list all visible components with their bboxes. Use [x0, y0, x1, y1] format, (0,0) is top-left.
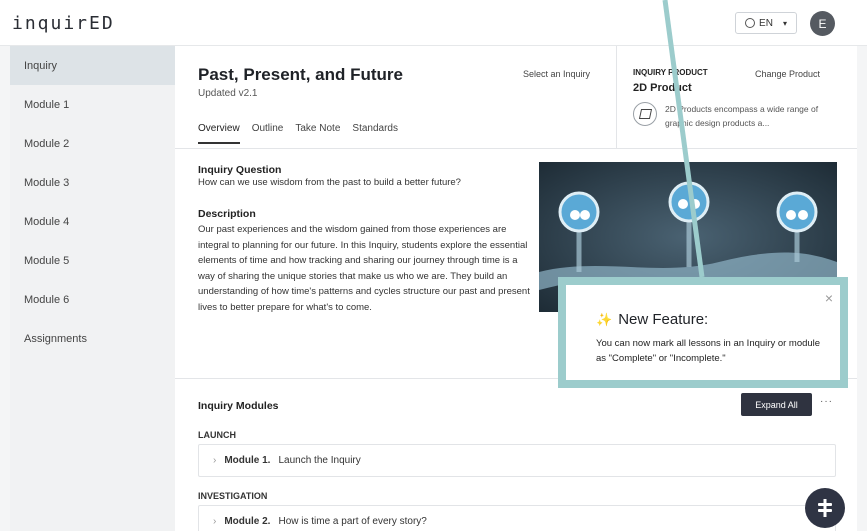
app-logo[interactable]: inquirED [12, 13, 115, 34]
language-label: EN [759, 17, 773, 29]
callout-message: You can now mark all lessons in an Inqui… [596, 338, 821, 364]
signpost-icon [818, 499, 832, 517]
chevron-right-icon: › [213, 455, 217, 466]
module-number: Module 2. [224, 516, 271, 527]
sidebar-item-inquiry[interactable]: Inquiry [10, 46, 175, 85]
help-button[interactable] [805, 488, 845, 528]
sparkle-icon: ✨ [596, 311, 613, 327]
inquiry-question-heading: Inquiry Question [198, 164, 282, 176]
product-description: 2D Products encompass a wide range of gr… [665, 104, 819, 128]
sidebar-item-module-4[interactable]: Module 4 [10, 202, 175, 241]
product-card-icon [633, 102, 657, 126]
description-heading: Description [198, 208, 256, 220]
tab-take-note[interactable]: Take Note [295, 123, 340, 144]
inquiry-question-text: How can we use wisdom from the past to b… [198, 177, 461, 188]
module-title: Launch the Inquiry [278, 455, 361, 466]
phase-label-launch: LAUNCH [198, 430, 236, 440]
top-bar: inquirED EN ▾ E [0, 0, 867, 46]
new-feature-callout: × ✨ New Feature: You can now mark all le… [558, 277, 848, 388]
description-text: Our past experiences and the wisdom gain… [198, 224, 530, 313]
callout-title: ✨ New Feature: [596, 311, 708, 328]
tab-bar: Overview Outline Take Note Standards [198, 123, 398, 144]
more-options-icon[interactable]: ··· [820, 396, 833, 407]
language-selector[interactable]: EN ▾ [735, 12, 797, 34]
change-product-link[interactable]: Change Product [755, 69, 820, 79]
app-window: inquirED EN ▾ E Inquiry Module 1 Module … [0, 0, 867, 531]
user-avatar[interactable]: E [810, 11, 835, 36]
globe-icon [745, 18, 756, 28]
sidebar-item-module-2[interactable]: Module 2 [10, 124, 175, 163]
select-inquiry-link[interactable]: Select an Inquiry [523, 69, 590, 79]
inquiry-product-panel: INQUIRY PRODUCT Change Product 2D Produc… [616, 46, 857, 149]
module-row-2[interactable]: › Module 2. How is time a part of every … [198, 505, 836, 531]
sidebar-item-assignments[interactable]: Assignments [10, 319, 175, 358]
version-label: Updated v2.1 [198, 88, 258, 99]
product-kicker: INQUIRY PRODUCT [633, 68, 708, 77]
page-title: Past, Present, and Future [198, 65, 403, 84]
sidebar-item-module-6[interactable]: Module 6 [10, 280, 175, 319]
callout-title-text: New Feature: [618, 311, 709, 328]
inquiry-modules-section: Inquiry Modules Expand All ··· LAUNCH › … [175, 378, 857, 531]
module-number: Module 1. [224, 455, 271, 466]
tab-overview[interactable]: Overview [198, 123, 240, 144]
sidebar-item-module-5[interactable]: Module 5 [10, 241, 175, 280]
inquiry-modules-heading: Inquiry Modules [198, 400, 279, 412]
module-row-1[interactable]: › Module 1. Launch the Inquiry [198, 444, 836, 477]
sidebar: Inquiry Module 1 Module 2 Module 3 Modul… [10, 46, 175, 531]
expand-all-button[interactable]: Expand All [741, 393, 812, 416]
caret-down-icon: ▾ [782, 18, 787, 28]
tab-standards[interactable]: Standards [352, 123, 398, 144]
tab-outline[interactable]: Outline [252, 123, 284, 144]
sidebar-item-module-1[interactable]: Module 1 [10, 85, 175, 124]
close-icon[interactable]: × [825, 290, 833, 306]
module-title: How is time a part of every story? [278, 516, 427, 527]
product-name: 2D Product [633, 82, 692, 94]
inquiry-header: Past, Present, and Future Updated v2.1 S… [175, 46, 857, 149]
chevron-right-icon: › [213, 516, 217, 527]
phase-label-investigation: INVESTIGATION [198, 491, 268, 501]
sidebar-item-module-3[interactable]: Module 3 [10, 163, 175, 202]
